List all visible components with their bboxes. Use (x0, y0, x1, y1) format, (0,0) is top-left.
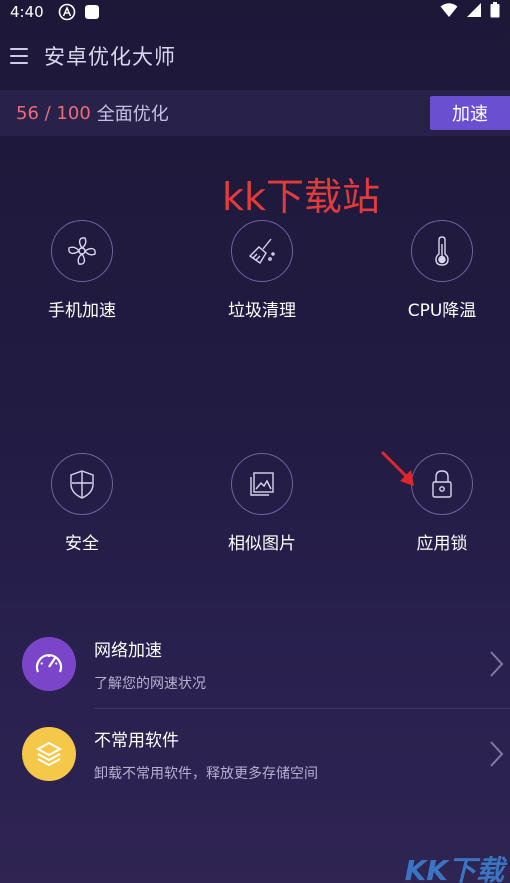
broom-icon (231, 220, 293, 282)
grid-item-cpu-cool[interactable]: CPU降温 (382, 220, 502, 321)
score-value: 56 / 100 (16, 102, 91, 124)
red-arrow-icon (380, 450, 414, 486)
signal-icon (466, 2, 482, 22)
grid-label: 手机加速 (48, 301, 116, 321)
list-desc: 卸载不常用软件，释放更多存储空间 (94, 765, 318, 782)
chevron-right-icon (490, 741, 504, 767)
boost-button[interactable]: 加速 (430, 96, 510, 130)
grid-item-phone-boost[interactable]: 手机加速 (22, 220, 142, 321)
grid-item-junk-clean[interactable]: 垃圾清理 (202, 220, 322, 321)
grid-label: CPU降温 (407, 301, 477, 321)
corner-watermark-logo: KK下载 (404, 854, 504, 883)
grid-label: 应用锁 (416, 534, 468, 554)
list-title: 不常用软件 (94, 730, 179, 751)
notification-square-icon (84, 4, 100, 20)
photos-icon (231, 453, 293, 515)
box-icon (22, 727, 76, 781)
chevron-right-icon (490, 651, 504, 677)
speedometer-icon (22, 637, 76, 691)
fan-icon (51, 220, 113, 282)
battery-icon (490, 2, 500, 22)
a-circle-icon (58, 3, 76, 21)
menu-icon[interactable] (10, 44, 34, 68)
thermometer-icon (411, 220, 473, 282)
grid-item-security[interactable]: 安全 (22, 453, 142, 554)
status-time: 4:40 (10, 3, 44, 21)
grid-label: 垃圾清理 (228, 301, 296, 321)
list-desc: 了解您的网速状况 (94, 675, 206, 692)
app-bar: 安卓优化大师 (0, 36, 510, 76)
wifi-icon (440, 2, 458, 22)
list-item-network-boost[interactable]: 网络加速 了解您的网速状况 (0, 620, 510, 708)
lock-icon (411, 453, 473, 515)
score-label: 全面优化 (96, 104, 169, 125)
status-bar: 4:40 (0, 0, 510, 24)
divider (94, 708, 510, 709)
grid-label: 安全 (65, 534, 99, 554)
list-title: 网络加速 (94, 640, 162, 661)
optimize-bar[interactable]: 56 / 100 全面优化 加速 (0, 90, 510, 136)
app-title: 安卓优化大师 (44, 45, 176, 69)
shield-icon (51, 453, 113, 515)
grid-label: 相似图片 (228, 534, 296, 554)
list-item-unused-apps[interactable]: 不常用软件 卸载不常用软件，释放更多存储空间 (0, 710, 510, 798)
watermark: kk下载站 (222, 175, 381, 219)
grid-item-similar-photos[interactable]: 相似图片 (202, 453, 322, 554)
